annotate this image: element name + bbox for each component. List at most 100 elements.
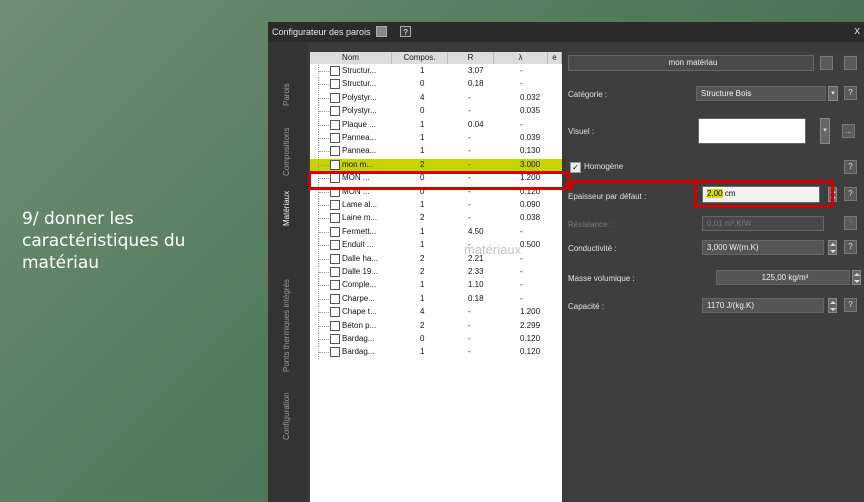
tab-materiaux[interactable]: Matériaux bbox=[282, 191, 291, 226]
table-row[interactable]: Enduit ... 1-0.500 bbox=[310, 239, 562, 253]
window-title: Configurateur des parois bbox=[272, 27, 371, 37]
cell-compos: 0 bbox=[420, 334, 425, 343]
cell-lambda: 0.120 bbox=[520, 347, 541, 357]
tab-ponts-thermiques[interactable]: Ponts thermiques intégrés bbox=[282, 279, 291, 372]
save-icon[interactable] bbox=[376, 26, 387, 37]
cell-name: Chape t... bbox=[342, 307, 377, 317]
masse-input[interactable]: 125,00 kg/m³ bbox=[716, 270, 850, 285]
col-lambda[interactable]: λ bbox=[494, 52, 548, 64]
cell-compos: 1 bbox=[420, 200, 425, 209]
capacite-help-button[interactable]: ? bbox=[844, 298, 857, 312]
material-swatch-icon bbox=[330, 267, 340, 277]
cell-compos: 2 bbox=[420, 267, 425, 276]
col-e[interactable]: e bbox=[548, 52, 562, 64]
table-row[interactable]: Polystyr... 4 - 0.032 bbox=[310, 91, 562, 105]
cell-lambda: 0.039 bbox=[520, 133, 541, 142]
cell-lambda: - bbox=[520, 79, 523, 89]
cell-r: - bbox=[468, 213, 471, 223]
chevron-down-icon[interactable]: ▾ bbox=[820, 118, 830, 144]
cell-r: 4.50 bbox=[468, 226, 484, 236]
table-row[interactable]: Pannea... 1 - 0.039 bbox=[310, 132, 562, 145]
table-row[interactable]: Bardag... 0 - 0.120 bbox=[310, 333, 562, 346]
cell-lambda: 0.032 bbox=[520, 92, 541, 102]
table-row[interactable]: Structur... 1 3.07 - bbox=[310, 65, 562, 78]
table-row[interactable]: Fermett... 1 4.50 - bbox=[310, 225, 562, 239]
resistance-help-button[interactable]: ? bbox=[844, 216, 857, 230]
material-swatch-icon bbox=[330, 92, 340, 103]
visuel-swatch[interactable] bbox=[698, 118, 806, 144]
cell-lambda: - bbox=[520, 293, 523, 303]
table-row[interactable]: Charpe... 1 0.18 - bbox=[310, 292, 562, 306]
material-swatch-icon bbox=[330, 347, 340, 358]
epaisseur-help-button[interactable]: ? bbox=[844, 187, 857, 201]
side-tabs: Parois Compositions Matériaux Ponts ther… bbox=[268, 42, 308, 502]
capacite-stepper[interactable] bbox=[828, 298, 837, 313]
conductivite-help-button[interactable]: ? bbox=[844, 240, 857, 254]
help-button[interactable]: ? bbox=[400, 26, 411, 37]
material-swatch-icon bbox=[330, 106, 340, 117]
tab-compositions[interactable]: Compositions bbox=[282, 128, 291, 176]
delete-icon[interactable] bbox=[844, 56, 857, 70]
table-row[interactable]: Comple... 1 1.10 - bbox=[310, 279, 562, 293]
col-nom[interactable]: Nom bbox=[310, 52, 392, 64]
homogene-checkbox[interactable]: ✓ bbox=[570, 162, 581, 173]
material-swatch-icon bbox=[330, 159, 340, 170]
masse-stepper[interactable] bbox=[852, 270, 861, 285]
material-swatch-icon bbox=[330, 226, 340, 237]
col-compos[interactable]: Compos. bbox=[392, 52, 448, 64]
cell-lambda: 0.120 bbox=[520, 334, 541, 343]
material-name-field[interactable]: mon matériau bbox=[568, 55, 814, 71]
table-row[interactable]: Dalle 19... 2 2.33 - bbox=[310, 266, 562, 279]
table-row[interactable]: mon m... 2 - 3.000 bbox=[310, 158, 562, 172]
categorie-help-button[interactable]: ? bbox=[844, 86, 857, 100]
conductivite-label: Conductivité : bbox=[568, 244, 617, 253]
table-row[interactable]: Bardag... 1 - 0.120 bbox=[310, 346, 562, 360]
table-row[interactable]: Lame al... 1 - 0.090 bbox=[310, 199, 562, 212]
table-row[interactable]: Chape t... 4 - 1.200 bbox=[310, 306, 562, 320]
table-row[interactable]: Plaque ... 1 0.04 - bbox=[310, 118, 562, 132]
capacite-input[interactable]: 1170 J/(kg.K) bbox=[702, 298, 824, 313]
cell-name: Lame al... bbox=[342, 200, 378, 209]
conductivite-input[interactable]: 3,000 W/(m.K) bbox=[702, 240, 824, 255]
duplicate-icon[interactable] bbox=[820, 56, 833, 70]
material-properties: mon matériau Catégorie : Structure Bois … bbox=[566, 52, 864, 502]
table-row[interactable]: Structur... 0 0.18 - bbox=[310, 78, 562, 92]
title-bar: Configurateur des parois ? x bbox=[268, 22, 864, 42]
cell-name: Pannea... bbox=[342, 146, 377, 156]
chevron-down-icon[interactable]: ▾ bbox=[828, 86, 838, 101]
tab-configuration[interactable]: Configuration bbox=[282, 392, 291, 440]
cell-lambda: 0.500 bbox=[520, 240, 541, 250]
tab-parois[interactable]: Parois bbox=[282, 83, 291, 106]
cell-name: Polystyr... bbox=[342, 92, 377, 102]
cell-lambda: 0.035 bbox=[520, 106, 541, 116]
highlight-epaisseur bbox=[694, 180, 834, 208]
conductivite-stepper[interactable] bbox=[828, 240, 837, 255]
cell-r: 0.18 bbox=[468, 79, 484, 89]
table-row[interactable]: Laine m... 2 - 0.038 bbox=[310, 212, 562, 226]
cell-r: 1.10 bbox=[468, 280, 484, 290]
close-icon[interactable]: x bbox=[855, 25, 861, 37]
homogene-help-button[interactable]: ? bbox=[844, 160, 857, 174]
cell-name: Structur... bbox=[342, 79, 377, 89]
cell-r: - bbox=[468, 92, 471, 102]
material-swatch-icon bbox=[330, 213, 340, 224]
table-row[interactable]: Polystyr... 0 - 0.035 bbox=[310, 105, 562, 119]
table-row[interactable]: Béton p... 2 - 2.299 bbox=[310, 319, 562, 333]
visuel-browse-button[interactable]: ... bbox=[842, 124, 855, 138]
cell-name: Enduit ... bbox=[342, 240, 374, 250]
cell-r: - bbox=[468, 133, 471, 142]
cell-name: Fermett... bbox=[342, 226, 377, 236]
categorie-select[interactable]: Structure Bois bbox=[696, 86, 826, 101]
table-row[interactable]: Dalle ha... 2 2.21- bbox=[310, 252, 562, 266]
table-row[interactable]: Pannea... 1 - 0.130 bbox=[310, 145, 562, 159]
tooltip-text: matériaux bbox=[464, 242, 522, 257]
material-swatch-icon bbox=[330, 320, 340, 331]
cell-compos: 0 bbox=[420, 79, 425, 89]
cell-compos: 1 bbox=[420, 293, 425, 303]
material-swatch-icon bbox=[330, 307, 340, 318]
cell-lambda: 0.130 bbox=[520, 146, 541, 156]
material-swatch-icon bbox=[330, 240, 340, 251]
cell-lambda: - bbox=[520, 226, 523, 236]
col-r[interactable]: R bbox=[448, 52, 494, 64]
cell-compos: 1 bbox=[420, 146, 425, 156]
